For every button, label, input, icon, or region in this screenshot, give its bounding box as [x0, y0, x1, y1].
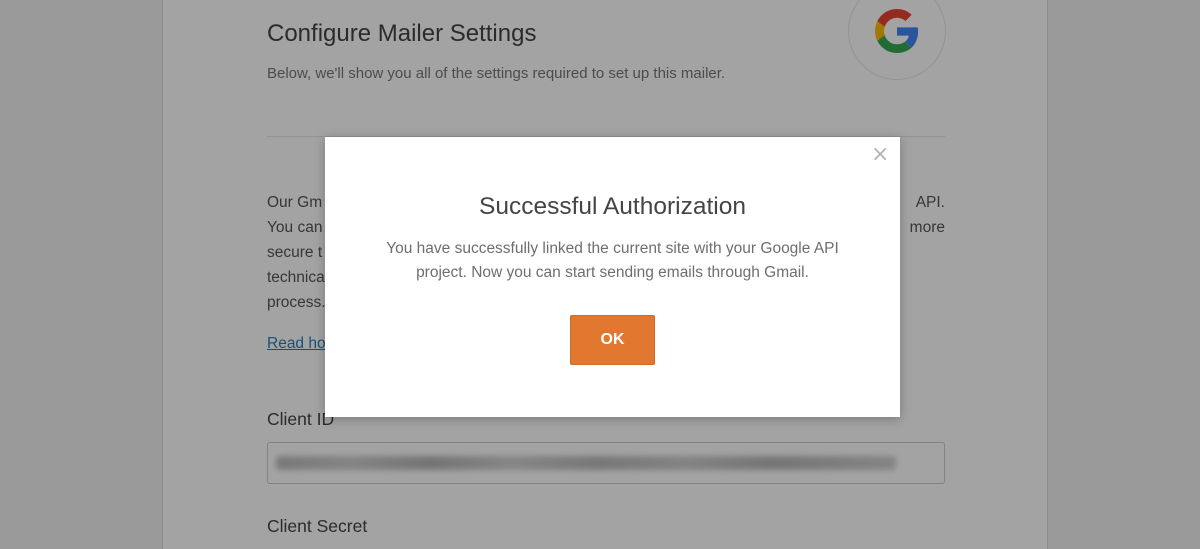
ok-button[interactable]: OK	[570, 315, 655, 365]
modal-title: Successful Authorization	[479, 193, 746, 220]
close-icon[interactable]: ×	[871, 144, 889, 166]
authorization-modal: × Successful Authorization You have succ…	[325, 137, 900, 417]
modal-message: You have successfully linked the current…	[386, 240, 839, 281]
